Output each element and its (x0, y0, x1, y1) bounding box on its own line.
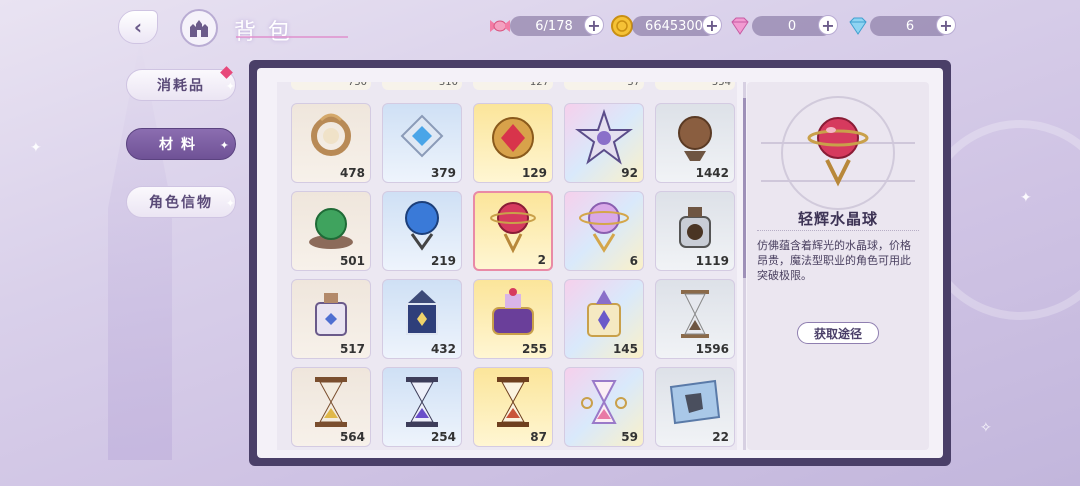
home-button[interactable] (180, 9, 218, 47)
sparkle-icon: ✦ (30, 140, 42, 156)
item-grid[interactable]: 730 310 127 37 554 478 379 129 92 1442 5… (277, 82, 737, 450)
ink-bottle-icon (679, 207, 711, 249)
obtain-source-button[interactable]: 获取途径 (797, 322, 879, 344)
brown-orb-icon (678, 116, 712, 162)
add-candy-button[interactable]: + (584, 15, 604, 35)
ornate-pink-hourglass-icon (581, 380, 627, 425)
pink-diamond-icon (731, 17, 749, 35)
candy-counter: 6/178 + (510, 15, 604, 36)
purple-treasure-bottle-icon (492, 288, 534, 336)
item-description: 仿佛蕴含着辉光的水晶球，价格昂贵，魔法型职业的角色可用此突破极限。 (757, 239, 911, 282)
blue-lantern-box-icon (406, 290, 438, 336)
item-slot[interactable]: 6 (564, 191, 644, 271)
red-crystal-ball-icon (807, 117, 869, 187)
small-potion-bottle-icon (315, 293, 347, 337)
item-slot[interactable]: 129 (473, 103, 553, 183)
gold-coin-icon (611, 15, 633, 37)
item-slot-selected[interactable]: 2 (473, 191, 553, 271)
purple-star-emblem-icon (575, 109, 633, 165)
item-slot[interactable]: 1119 (655, 191, 735, 271)
blue-crystal-icon (400, 114, 444, 158)
item-detail-panel: 轻辉水晶球 仿佛蕴含着辉光的水晶球，价格昂贵，魔法型职业的角色可用此突破极限。 … (747, 82, 929, 450)
gauntlet-scroll-icon (669, 380, 721, 425)
sparkle-icon: ✦ (225, 80, 237, 93)
item-slot[interactable]: 22 (655, 367, 735, 447)
item-slot[interactable]: 92 (564, 103, 644, 183)
item-slot[interactable]: 145 (564, 279, 644, 359)
partial-row: 730 310 127 37 554 (277, 82, 737, 96)
castle-silhouette (108, 40, 172, 460)
red-crystal-ball-icon (490, 202, 536, 254)
add-blue-gem-button[interactable]: + (936, 15, 956, 35)
sparkle-icon: ✧ (980, 420, 992, 436)
simple-hourglass-icon (681, 290, 709, 339)
item-slot[interactable]: 1442 (655, 103, 735, 183)
item-slot[interactable]: 501 (291, 191, 371, 271)
item-slot[interactable]: 254 (382, 367, 462, 447)
item-slot[interactable]: 517 (291, 279, 371, 359)
item-slot[interactable]: 87 (473, 367, 553, 447)
pink-crystal-ball-icon (579, 202, 629, 254)
sparkle-icon: ✦ (225, 197, 237, 210)
item-slot[interactable]: 478 (291, 103, 371, 183)
gold-ornate-lantern-icon (587, 290, 621, 338)
item-slot[interactable]: 1596 (655, 279, 735, 359)
partial-item-count: 37 (564, 82, 644, 90)
blue-crystal-ball-icon (405, 201, 439, 251)
sparkle-icon: ✦ (219, 139, 237, 152)
candy-icon (490, 20, 510, 32)
wooden-hourglass-icon (315, 377, 347, 428)
new-badge (220, 66, 233, 79)
inventory-panel-inner: 730 310 127 37 554 478 379 129 92 1442 5… (257, 68, 943, 458)
detail-divider (757, 230, 919, 231)
gold-counter: 6645300 + (632, 15, 722, 36)
add-gold-button[interactable]: + (702, 15, 722, 35)
castle-home-icon (190, 20, 208, 37)
item-slot[interactable]: 564 (291, 367, 371, 447)
bronze-ring-icon (311, 113, 351, 157)
scrollbar-thumb[interactable] (743, 98, 746, 278)
item-slot[interactable]: 59 (564, 367, 644, 447)
item-slot[interactable]: 379 (382, 103, 462, 183)
partial-item-count: 310 (382, 82, 462, 90)
sparkle-icon: ✦ (1020, 190, 1032, 206)
partial-item-count: 127 (473, 82, 553, 90)
red-gem-brooch-icon (492, 117, 534, 160)
title-decoration (236, 36, 348, 42)
tab-consumables[interactable]: 消耗品 ✦ (126, 66, 237, 101)
back-button[interactable]: ‹ (118, 10, 158, 44)
item-name: 轻辉水晶球 (797, 210, 878, 228)
tab-materials[interactable]: 材料 ✦ (126, 128, 236, 160)
blue-gem-counter: 6 + (870, 15, 956, 36)
add-pink-gem-button[interactable]: + (818, 15, 838, 35)
blue-diamond-icon (849, 17, 867, 35)
partial-item-count: 554 (655, 82, 735, 90)
item-slot[interactable]: 432 (382, 279, 462, 359)
pink-gem-counter: 0 + (752, 15, 838, 36)
purple-hourglass-icon (406, 377, 438, 428)
grid-scrollbar[interactable] (743, 82, 746, 450)
item-slot[interactable]: 219 (382, 191, 462, 271)
back-arrow-icon: ‹ (133, 15, 143, 39)
green-orb-icon (309, 208, 353, 250)
inventory-panel: 730 310 127 37 554 478 379 129 92 1442 5… (249, 60, 951, 466)
gold-hourglass-icon (497, 377, 529, 428)
partial-item-count: 730 (291, 82, 371, 90)
tab-character-tokens[interactable]: 角色信物 ✦ (126, 186, 236, 218)
item-slot[interactable]: 255 (473, 279, 553, 359)
